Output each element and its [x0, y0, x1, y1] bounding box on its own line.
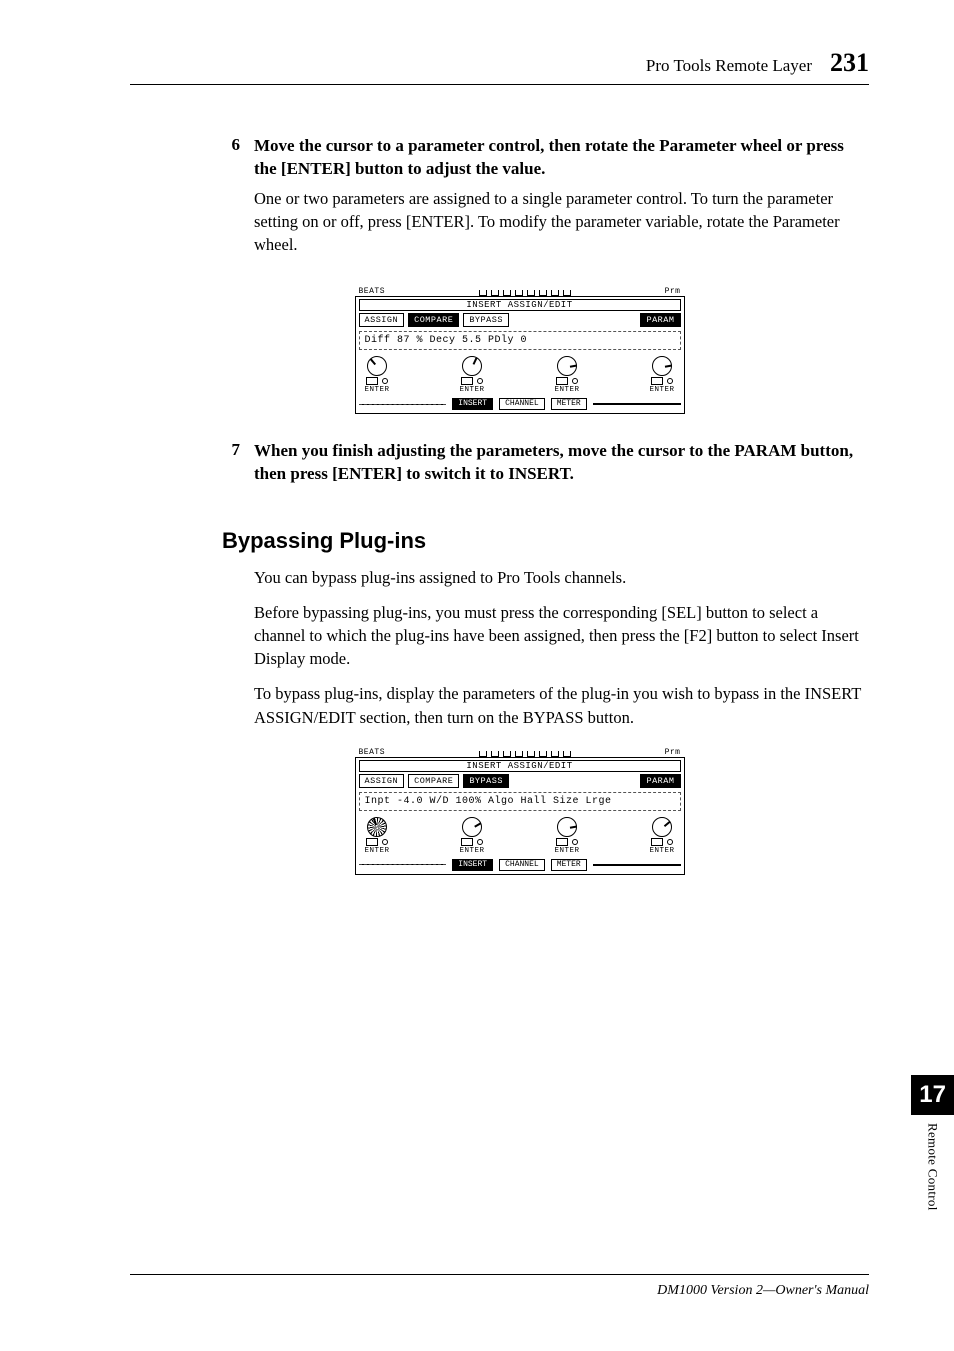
page-header: Pro Tools Remote Layer 231 — [130, 48, 869, 85]
param-knob[interactable]: ENTER — [459, 356, 484, 394]
knob-row: ENTER ENTER ENTER — [359, 354, 681, 394]
lcd-title: INSERT ASSIGN/EDIT — [359, 299, 681, 311]
step-6: 6 Move the cursor to a parameter control… — [130, 135, 869, 268]
param-knob[interactable]: ENTER — [554, 356, 579, 394]
param-knob[interactable]: ENTER — [649, 817, 674, 855]
lcd-top-right: Prm — [665, 287, 681, 296]
lcd-top-left: BEATS — [359, 287, 386, 296]
lcd-top-right: Prm — [665, 748, 681, 757]
knob-row: ENTER ENTER ENTER — [359, 815, 681, 855]
param-knob[interactable]: ENTER — [649, 356, 674, 394]
assign-button[interactable]: ASSIGN — [359, 313, 405, 327]
chapter-side-tab: 17 Remote Control — [911, 1075, 954, 1211]
lcd-title: INSERT ASSIGN/EDIT — [359, 760, 681, 772]
param-readout: Diff 87 % Decy 5.5 PDly 0 — [359, 331, 681, 350]
param-knob[interactable]: ENTER — [365, 356, 390, 394]
step-number: 6 — [130, 135, 240, 268]
figure-insert-edit-1: BEATS Prm INSERT ASSIGN/EDIT ASSIGN COMP… — [170, 282, 869, 414]
step-paragraph: One or two parameters are assigned to a … — [254, 187, 869, 256]
insert-tab[interactable]: INSERT — [452, 859, 493, 871]
lcd-ticks — [479, 290, 571, 296]
section-paragraph: You can bypass plug-ins assigned to Pro … — [254, 566, 869, 589]
step-heading: Move the cursor to a parameter control, … — [254, 135, 869, 181]
figure-insert-edit-2: BEATS Prm INSERT ASSIGN/EDIT ASSIGN COMP… — [170, 743, 869, 875]
step-7: 7 When you finish adjusting the paramete… — [130, 440, 869, 492]
param-button[interactable]: PARAM — [640, 313, 680, 327]
compare-button[interactable]: COMPARE — [408, 774, 459, 788]
channel-tab[interactable]: CHANNEL — [499, 398, 545, 410]
chapter-number: 17 — [911, 1075, 954, 1115]
section-heading-bypassing: Bypassing Plug-ins — [222, 528, 869, 554]
channel-tab[interactable]: CHANNEL — [499, 859, 545, 871]
param-knob[interactable]: ENTER — [459, 817, 484, 855]
page-footer: DM1000 Version 2—Owner's Manual — [130, 1274, 869, 1299]
section-paragraph: Before bypassing plug-ins, you must pres… — [254, 601, 869, 670]
meter-tab[interactable]: METER — [551, 398, 587, 410]
param-knob[interactable]: ENTER — [554, 817, 579, 855]
bypass-button[interactable]: BYPASS — [463, 774, 509, 788]
insert-tab[interactable]: INSERT — [452, 398, 493, 410]
compare-button[interactable]: COMPARE — [408, 313, 459, 327]
chapter-label: Remote Control — [925, 1123, 941, 1211]
param-knob[interactable]: ENTER — [365, 817, 390, 855]
step-number: 7 — [130, 440, 240, 492]
header-title: Pro Tools Remote Layer — [646, 56, 812, 76]
step-heading: When you finish adjusting the parameters… — [254, 440, 869, 486]
section-paragraph: To bypass plug-ins, display the paramete… — [254, 682, 869, 728]
lcd-top-left: BEATS — [359, 748, 386, 757]
param-button[interactable]: PARAM — [640, 774, 680, 788]
bypass-button[interactable]: BYPASS — [463, 313, 509, 327]
header-page-number: 231 — [830, 48, 869, 78]
lcd-ticks — [479, 751, 571, 757]
assign-button[interactable]: ASSIGN — [359, 774, 405, 788]
param-readout: Inpt -4.0 W/D 100% Algo Hall Size Lrge — [359, 792, 681, 811]
meter-tab[interactable]: METER — [551, 859, 587, 871]
